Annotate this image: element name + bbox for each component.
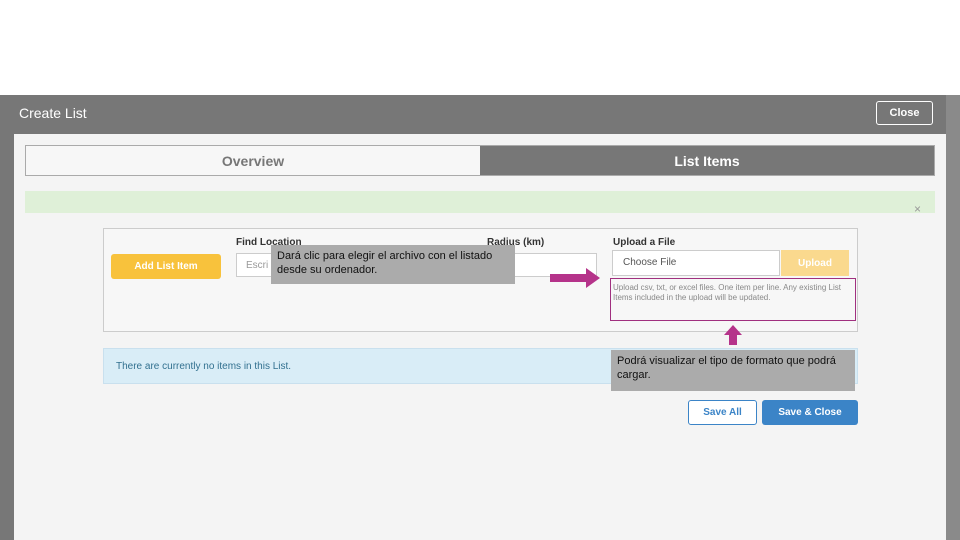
help-highlight-box [610,278,856,321]
close-button[interactable]: Close [876,101,933,125]
right-arrow-icon [550,268,600,288]
upload-button[interactable]: Upload [781,250,849,276]
up-arrow-icon [724,325,742,345]
success-alert [25,191,935,213]
add-list-item-button[interactable]: Add List Item [111,254,221,279]
upload-file-label: Upload a File [613,237,676,248]
annotation-format: Podrá visualizar el tipo de formato que … [611,350,855,391]
background-page-right [946,95,960,540]
background-page-left [0,95,14,540]
modal-header: Create List Close [14,95,946,134]
empty-list-message: There are currently no items in this Lis… [116,361,292,372]
save-close-button[interactable]: Save & Close [762,400,858,425]
tab-bar: Overview List Items [25,145,935,176]
choose-file-button[interactable]: Choose File [612,250,780,276]
modal-title: Create List [19,105,87,121]
create-list-modal: Create List Close Overview List Items × … [14,95,946,540]
tab-overview[interactable]: Overview [26,146,480,175]
annotation-choose-file: Dará clic para elegir el archivo con el … [271,245,515,284]
alert-close-icon[interactable]: × [914,202,921,216]
save-all-button[interactable]: Save All [688,400,757,425]
tab-list-items[interactable]: List Items [480,146,934,175]
